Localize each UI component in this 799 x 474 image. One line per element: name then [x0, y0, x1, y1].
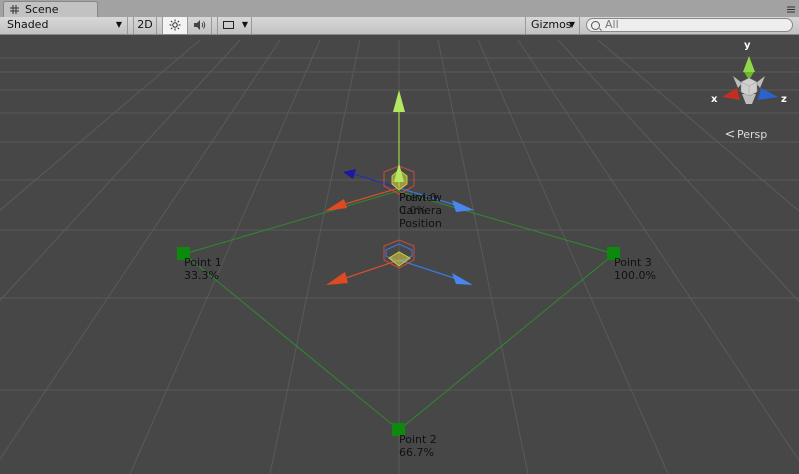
toggle-audio-button[interactable] [188, 17, 212, 34]
gizmo-y-label: y [744, 40, 751, 51]
scene-canvas [0, 39, 799, 474]
chevron-down-icon: ▼ [115, 20, 122, 29]
persp-chevron-icon [725, 130, 735, 138]
toggle-2d-button[interactable]: 2D [133, 17, 157, 34]
grid-icon [10, 5, 19, 14]
point-1-name: Point 1 [184, 256, 222, 269]
point-2-percent: 66.7% [399, 446, 434, 459]
point-3-name: Point 3 [614, 256, 652, 269]
point-3-percent: 100.0% [614, 269, 656, 282]
sun-icon [169, 19, 181, 31]
x-axis-arrow[interactable] [325, 199, 347, 211]
point-0-label: Point 0 [399, 191, 437, 204]
search-placeholder: All [605, 18, 619, 31]
tab-scene[interactable]: Scene [3, 1, 98, 17]
chevron-down-icon: ▼ [568, 20, 575, 29]
scene-toolbar: Shaded ▼ 2D ▼ Gizmos ▼ All [0, 17, 799, 35]
projection-toggle[interactable]: Persp [737, 128, 767, 141]
effects-dropdown[interactable]: ▼ [217, 17, 252, 34]
shading-mode-label: Shaded [7, 18, 49, 31]
toggle-lighting-button[interactable] [162, 17, 188, 34]
shading-mode-dropdown[interactable]: Shaded ▼ [0, 17, 128, 34]
z-axis-arrow[interactable] [452, 200, 474, 212]
search-input[interactable]: All [586, 18, 793, 32]
tab-menu-icon[interactable] [786, 4, 796, 14]
orientation-gizmo[interactable] [722, 56, 778, 138]
gizmo-z-label: z [781, 94, 787, 105]
z-axis-arrow[interactable] [452, 273, 473, 285]
point-2-name: Point 2 [399, 433, 437, 446]
image-icon [223, 21, 234, 29]
chevron-down-icon: ▼ [241, 20, 248, 29]
gizmos-dropdown[interactable]: Gizmos ▼ [525, 17, 580, 34]
x-axis-arrow[interactable] [326, 272, 348, 285]
preview-label-line-3: Position [399, 217, 442, 230]
y-axis-arrow[interactable] [393, 90, 405, 112]
point-1-percent: 33.3% [184, 269, 219, 282]
camera-forward-arrow[interactable] [343, 169, 356, 179]
tab-title: Scene [25, 3, 59, 16]
scene-window: Scene Shaded ▼ 2D ▼ Gizmos ▼ All y x z P… [0, 0, 799, 474]
gizmos-label: Gizmos [531, 18, 572, 31]
tab-bar: Scene [0, 0, 799, 18]
point-0-percent: 0.0% [399, 204, 427, 217]
gizmo-x-label: x [711, 94, 718, 105]
search-icon [591, 21, 600, 30]
speaker-icon [193, 20, 205, 30]
scene-viewport[interactable]: y x z Persp Preview Point 0 Camera 0.0% … [0, 35, 799, 474]
